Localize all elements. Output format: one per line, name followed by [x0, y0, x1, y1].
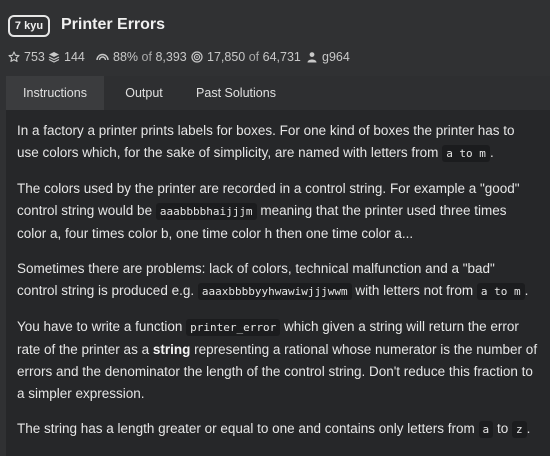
rainbow-icon	[96, 53, 109, 61]
paragraph-1: In a factory a printer prints labels for…	[17, 123, 515, 162]
tab-bar: Instructions Output Past Solutions	[6, 76, 550, 110]
completed-stat: 17,850 of 64,731	[191, 50, 301, 64]
paragraph-5: The string has a length greater or equal…	[17, 421, 531, 438]
author-stat[interactable]: g964	[306, 50, 350, 64]
inline-code: aaaxbbbbyyhwawiwjjjwwm	[197, 283, 352, 300]
tab-output[interactable]: Output	[109, 76, 179, 110]
paragraph-4: You have to write a function printer_err…	[17, 319, 538, 401]
inline-code: z	[511, 421, 527, 438]
star-icon	[8, 51, 20, 62]
satisfaction-votes: 8,393	[155, 50, 187, 64]
description-panel: Instructions Output Past Solutions In a …	[6, 76, 550, 456]
satisfaction-rate: 88%	[113, 50, 139, 64]
stars-stat[interactable]: 753	[8, 50, 45, 64]
author-name: g964	[322, 50, 350, 64]
inline-code: aaabbbbhaijjjm	[155, 203, 257, 220]
collections-stat[interactable]: 144	[48, 50, 85, 64]
collections-count: 144	[64, 50, 85, 64]
tab-instructions[interactable]: Instructions	[6, 76, 104, 110]
tab-past-solutions[interactable]: Past Solutions	[184, 76, 288, 110]
inline-code: a to m	[442, 145, 490, 162]
kata-header: 7 kyu Printer Errors 753 144 88% of 8,39…	[0, 0, 550, 64]
completed-count: 17,850	[207, 50, 246, 64]
instructions-content: In a factory a printer prints labels for…	[17, 120, 539, 454]
inline-code: printer_error	[186, 319, 281, 336]
stars-count: 753	[24, 50, 45, 64]
inline-code: a to m	[476, 283, 525, 300]
kata-stats: 753 144 88% of 8,393 17,850 of 64,731 g9…	[0, 46, 550, 70]
stack-icon	[48, 52, 60, 63]
paragraph-3: Sometimes there are problems: lack of co…	[17, 261, 529, 300]
bold-text: string	[152, 342, 191, 357]
satisfaction-of-label: of	[141, 50, 152, 64]
rank-badge: 7 kyu	[8, 15, 50, 37]
user-icon	[307, 52, 317, 63]
target-icon	[191, 51, 203, 63]
attempts-count: 64,731	[262, 50, 301, 64]
satisfaction-stat: 88% of 8,393	[96, 50, 187, 64]
kata-title: Printer Errors	[61, 16, 166, 33]
paragraph-2: The colors used by the printer are recor…	[17, 181, 520, 241]
inline-code: a	[478, 421, 494, 438]
completed-of-label: of	[248, 50, 260, 64]
